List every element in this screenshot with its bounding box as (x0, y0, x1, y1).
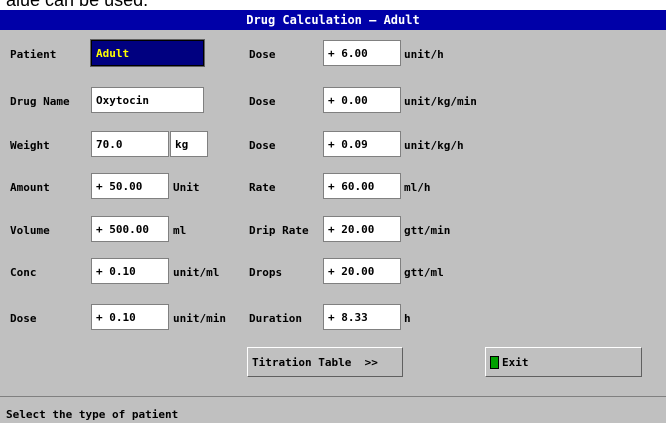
exit-button[interactable]: Exit (485, 347, 642, 377)
caption-fragment: alue can be used. (0, 0, 666, 10)
duration-label: Duration (249, 312, 302, 325)
window-title: Drug Calculation – Adult (0, 10, 666, 30)
duration-field[interactable]: + 8.33 (323, 304, 401, 330)
amount-field[interactable]: + 50.00 (91, 173, 169, 199)
status-text: Select the type of patient (6, 408, 179, 421)
conc-unit: unit/ml (173, 266, 220, 279)
dose-kg-h-unit: unit/kg/h (404, 139, 464, 152)
dose-h-field[interactable]: + 6.00 (323, 40, 401, 66)
patient-label: Patient (10, 48, 57, 61)
weight-field[interactable]: 70.0 (91, 131, 169, 157)
conc-label: Conc (10, 266, 37, 279)
dose-min-field[interactable]: + 0.10 (91, 304, 169, 330)
amount-label: Amount (10, 181, 50, 194)
status-separator (0, 396, 666, 397)
titration-table-label: Titration Table >> (252, 355, 378, 369)
amount-unit: Unit (173, 181, 200, 194)
dose-kg-min-label: Dose (249, 95, 276, 108)
rate-field[interactable]: + 60.00 (323, 173, 401, 199)
weight-unit-field[interactable]: kg (170, 131, 208, 157)
duration-unit: h (404, 312, 411, 325)
dose-kg-h-field[interactable]: + 0.09 (323, 131, 401, 157)
drops-unit: gtt/ml (404, 266, 444, 279)
titration-table-button[interactable]: Titration Table >> (247, 347, 403, 377)
drug-name-field[interactable]: Oxytocin (91, 87, 204, 113)
rate-unit: ml/h (404, 181, 431, 194)
volume-label: Volume (10, 224, 50, 237)
drops-label: Drops (249, 266, 283, 279)
volume-field[interactable]: + 500.00 (91, 216, 169, 242)
exit-label: Exit (502, 355, 529, 369)
exit-icon (490, 355, 499, 369)
dose-kg-min-field[interactable]: + 0.00 (323, 87, 401, 113)
dose-h-label: Dose (249, 48, 276, 61)
dose-kg-h-label: Dose (249, 139, 276, 152)
rate-label: Rate (249, 181, 276, 194)
drip-rate-label: Drip Rate (249, 224, 309, 237)
dose-min-unit: unit/min (173, 312, 226, 325)
conc-field[interactable]: + 0.10 (91, 258, 169, 284)
dose-h-unit: unit/h (404, 48, 444, 61)
drip-rate-unit: gtt/min (404, 224, 451, 237)
caption-text: alue can be used. (6, 0, 149, 10)
drip-rate-field[interactable]: + 20.00 (323, 216, 401, 242)
drug-name-label: Drug Name (10, 95, 70, 108)
weight-label: Weight (10, 139, 50, 152)
dose-kg-min-unit: unit/kg/min (404, 95, 477, 108)
dose-min-label: Dose (10, 312, 37, 325)
drug-calc-panel: Drug Calculation – Adult Patient Adult D… (0, 10, 666, 423)
patient-field[interactable]: Adult (90, 39, 205, 67)
drops-field[interactable]: + 20.00 (323, 258, 401, 284)
volume-unit: ml (173, 224, 187, 237)
